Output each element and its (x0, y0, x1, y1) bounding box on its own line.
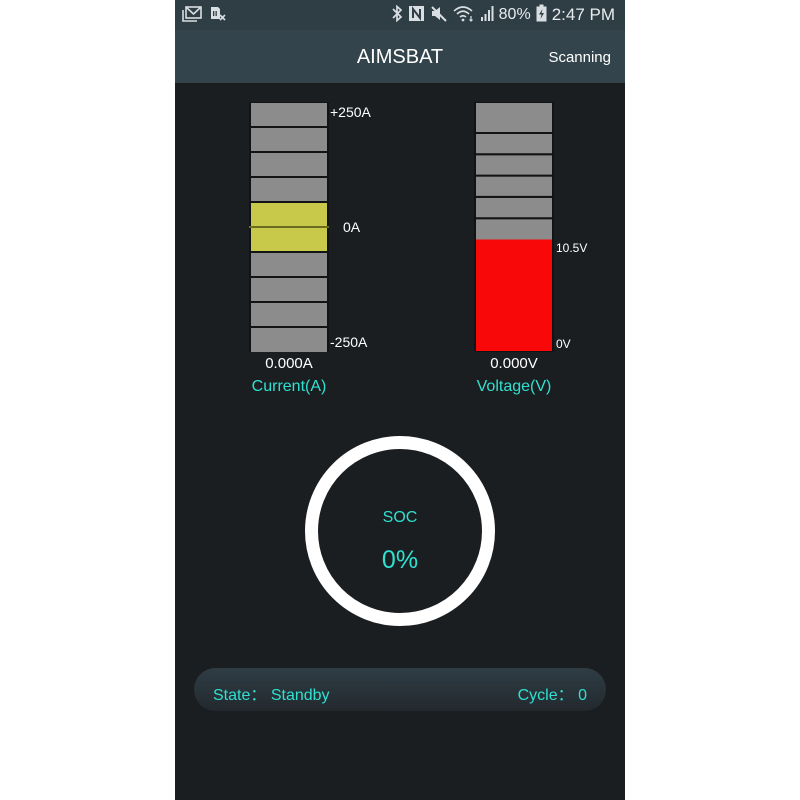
current-segment (251, 178, 327, 202)
no-sim-icon (210, 6, 226, 26)
voltage-gauge (474, 102, 554, 352)
soc-ring: SOC 0% (305, 436, 495, 626)
state-label: State： (213, 687, 267, 704)
current-segment (251, 303, 327, 327)
state-value: Standby (270, 687, 330, 704)
current-segment-active (251, 203, 327, 227)
current-segment (251, 253, 327, 277)
bluetooth-icon (392, 4, 403, 26)
signal-icon (480, 5, 494, 26)
soc-value: 0% (381, 546, 419, 574)
email-notification-icon (182, 6, 202, 26)
mute-icon (430, 5, 448, 26)
voltage-segment (476, 219, 552, 240)
wifi-icon (453, 5, 475, 26)
current-reading: 0.000A (265, 355, 313, 372)
current-min-label: -250A (330, 334, 368, 350)
voltage-min-label: 0V (556, 337, 571, 351)
clock-time: 2:47 PM (551, 5, 615, 24)
voltage-gauge-bar (474, 102, 554, 352)
current-segment-active (251, 228, 327, 252)
current-segment (251, 278, 327, 302)
voltage-reading: 0.000V (490, 355, 538, 372)
current-segment (251, 153, 327, 177)
current-segment (251, 128, 327, 152)
current-segment (251, 103, 327, 127)
voltage-level-fill (476, 239, 552, 351)
scanning-button[interactable]: Scanning (548, 49, 611, 66)
voltage-segment (476, 197, 552, 219)
current-caption: Current(A) (251, 378, 327, 395)
state-field: State： Standby (213, 681, 330, 705)
current-zero-label: 0A (343, 219, 361, 235)
voltage-segment (476, 133, 552, 155)
battery-status-panel: State： Standby Cycle： 0 (194, 668, 606, 711)
app-bar: AIMSBAT Scanning (175, 30, 625, 83)
voltage-caption: Voltage(V) (476, 378, 552, 395)
voltage-threshold-label: 10.5V (556, 241, 588, 255)
current-max-label: +250A (330, 104, 371, 120)
cycle-value: 0 (578, 687, 587, 704)
soc-label: SOC (382, 509, 418, 526)
voltage-segment (476, 176, 552, 197)
cycle-field: Cycle： 0 (518, 681, 587, 705)
battery-charging-icon (536, 4, 547, 26)
current-gauge (249, 102, 329, 352)
cycle-label: Cycle： (517, 687, 574, 704)
voltage-segment (476, 155, 552, 176)
app-screen: 80% 2:47 PM AIMSBAT Scanning +250A 0A -2… (175, 0, 625, 800)
current-gauge-bar (249, 102, 329, 352)
nfc-icon (408, 5, 425, 26)
battery-percent: 80% (498, 6, 531, 23)
voltage-segment (476, 103, 552, 133)
current-segment (251, 328, 327, 352)
system-status-bar: 80% 2:47 PM (175, 0, 625, 30)
